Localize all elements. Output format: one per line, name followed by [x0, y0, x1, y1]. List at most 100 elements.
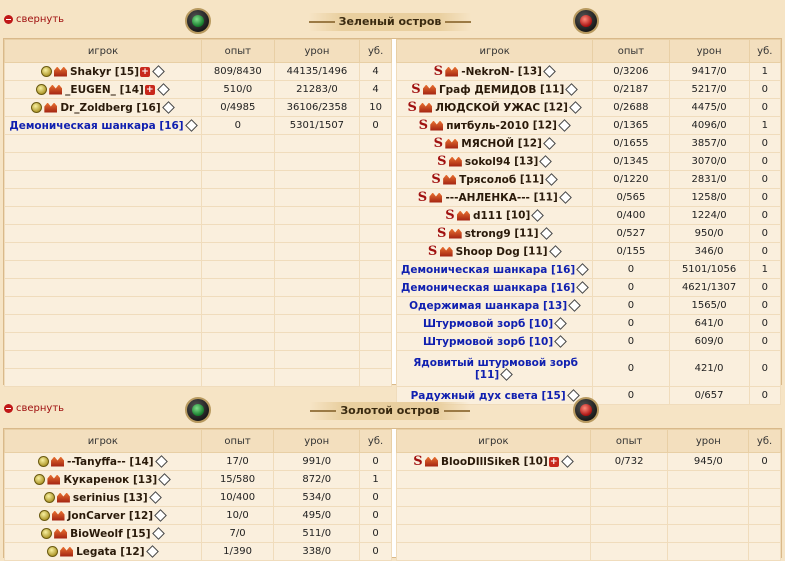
- col-damage: урон: [273, 429, 361, 453]
- player-info-icon[interactable]: [539, 227, 553, 240]
- player-info-icon[interactable]: [545, 173, 558, 186]
- player-name[interactable]: d111: [473, 210, 502, 222]
- kills-cell: 0: [748, 296, 782, 315]
- player-info-icon[interactable]: [558, 119, 571, 132]
- damage-cell: 950/0: [668, 224, 750, 243]
- exp-cell: 0: [592, 350, 670, 387]
- empty-cell: [273, 332, 361, 351]
- alignment-icon: [34, 474, 46, 485]
- player-name[interactable]: Legata: [76, 546, 117, 558]
- player-info-icon[interactable]: [154, 455, 168, 468]
- player-info-icon[interactable]: [151, 527, 165, 540]
- exp-cell: 0/3206: [592, 62, 670, 81]
- player-cell: Штурмовой зорб [10]: [395, 332, 594, 351]
- player-name[interactable]: --Tanyffa--: [67, 456, 126, 468]
- player-name[interactable]: Штурмовой зорб: [423, 318, 525, 330]
- player-name[interactable]: Трясолоб: [459, 174, 516, 186]
- player-info-icon[interactable]: [539, 155, 553, 168]
- clan-icon: [47, 474, 61, 485]
- player-level: [10]: [528, 335, 554, 348]
- table-row: S BlooDIllSikeR [10] +0/732 945/0 0: [396, 452, 781, 471]
- player-name[interactable]: Dr_Zoldberg: [60, 102, 132, 114]
- player-info-icon[interactable]: [500, 368, 514, 381]
- player-name[interactable]: BlooDIllSikeR: [441, 456, 520, 468]
- player-name[interactable]: Демоническая шанкара: [9, 120, 155, 132]
- player-info-icon[interactable]: [152, 65, 165, 78]
- empty-cell: [200, 350, 275, 369]
- exp-cell: 510/0: [200, 80, 275, 99]
- player-info-icon[interactable]: [576, 281, 590, 294]
- player-info-icon[interactable]: [148, 491, 162, 504]
- col-player: игрок: [4, 39, 202, 63]
- clan-icon: [56, 492, 70, 503]
- player-name[interactable]: Демоническая шанкара: [401, 264, 547, 276]
- player-info-icon[interactable]: [161, 101, 175, 114]
- player-info-icon[interactable]: [576, 263, 590, 276]
- kills-cell: 0: [748, 98, 782, 117]
- player-info-icon[interactable]: [569, 101, 582, 114]
- player-info-icon[interactable]: [145, 545, 159, 558]
- empty-row: [396, 524, 781, 543]
- player-name[interactable]: Shoop Dog: [456, 246, 520, 258]
- table-row: Одержимая шанкара [13] 0 1565/0 0: [395, 296, 782, 315]
- player-name[interactable]: Кукаренок: [63, 474, 129, 486]
- exp-cell: 0/2688: [592, 98, 670, 117]
- col-player: игрок: [4, 429, 202, 453]
- player-name[interactable]: Ядовитый штурмовой зорб: [413, 357, 578, 369]
- player-name[interactable]: _EUGEN_: [65, 84, 116, 96]
- player-name[interactable]: ЛЮДСКОЙ УЖАС: [435, 102, 540, 114]
- table-row: Демоническая шанкара [16] 0 5101/1056 1: [395, 260, 782, 279]
- exp-cell: 1/390: [200, 542, 275, 561]
- player-name[interactable]: Shakyr: [70, 66, 111, 78]
- player-name[interactable]: -NekroN-: [461, 66, 514, 78]
- player-name[interactable]: Одержимая шанкара: [409, 300, 539, 312]
- empty-cell: [748, 542, 781, 561]
- right-team-table-gold: игрок опыт урон уб. S BlooDIllSikeR [10] +…: [396, 429, 781, 561]
- player-info-icon[interactable]: [156, 83, 170, 96]
- player-name[interactable]: serinius: [73, 492, 120, 504]
- damage-cell: 5301/1507: [273, 116, 361, 135]
- player-name[interactable]: Штурмовой зорб: [423, 336, 525, 348]
- player-level: [13]: [132, 473, 158, 486]
- col-player: игрок: [396, 429, 591, 453]
- player-info-icon[interactable]: [531, 209, 545, 222]
- player-info-icon[interactable]: [184, 119, 198, 132]
- empty-row: [396, 506, 781, 525]
- player-info-icon[interactable]: [558, 191, 572, 204]
- damage-cell: 945/0: [667, 452, 750, 471]
- player-info-icon[interactable]: [554, 335, 568, 348]
- empty-row: [4, 134, 392, 153]
- player-info-icon[interactable]: [554, 317, 568, 330]
- player-info-icon[interactable]: [158, 473, 172, 486]
- table-row: S ---АНЛЕНКА--- [11] 0/565 1258/0 0: [395, 188, 782, 207]
- kills-cell: 0: [359, 116, 392, 135]
- player-info-icon[interactable]: [560, 455, 574, 468]
- empty-cell: [396, 506, 591, 525]
- player-name[interactable]: strong9: [465, 228, 511, 240]
- clan-icon: [54, 528, 68, 539]
- damage-cell: 346/0: [668, 242, 750, 261]
- player-name[interactable]: BioWeolf: [70, 528, 123, 540]
- player-name[interactable]: JonCarver: [68, 510, 126, 522]
- player-info-icon[interactable]: [548, 245, 562, 258]
- player-name[interactable]: sokol94: [465, 156, 511, 168]
- empty-row: [396, 542, 781, 561]
- player-info-icon[interactable]: [154, 509, 167, 522]
- player-info-icon[interactable]: [568, 299, 582, 312]
- player-name[interactable]: Граф ДЕМИДОВ: [439, 84, 536, 96]
- snake-emblem-icon: S: [433, 136, 443, 151]
- player-name[interactable]: Демоническая шанкара: [401, 282, 547, 294]
- empty-cell: [748, 506, 781, 525]
- player-name[interactable]: МЯСНОЙ: [461, 138, 514, 150]
- island-title: Зеленый остров: [308, 13, 472, 31]
- player-info-icon[interactable]: [543, 137, 556, 150]
- player-cell: Ядовитый штурмовой зорб [11]: [395, 350, 594, 387]
- player-name[interactable]: питбуль-2010: [446, 120, 529, 132]
- player-info-icon[interactable]: [565, 83, 579, 96]
- table-row: S Shoop Dog [11] 0/155 346/0 0: [395, 242, 782, 261]
- alignment-icon: [36, 84, 48, 95]
- player-info-icon[interactable]: [543, 65, 556, 78]
- exp-cell: 0: [592, 278, 670, 297]
- col-damage: урон: [667, 429, 750, 453]
- player-name[interactable]: ---АНЛЕНКА---: [445, 192, 529, 204]
